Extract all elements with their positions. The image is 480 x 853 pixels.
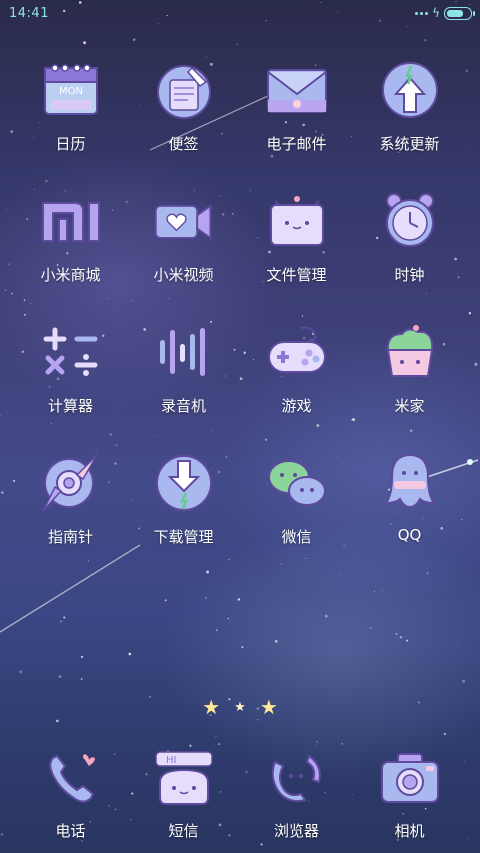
- signal-dots-icon: [415, 11, 429, 15]
- mi-store-icon: [39, 189, 103, 253]
- app-label: 游戏: [281, 397, 312, 415]
- app-label: 小米视频: [153, 266, 214, 284]
- mijia-icon: [378, 320, 442, 384]
- app-camera[interactable]: 相机: [353, 746, 466, 846]
- app-wechat[interactable]: 微信: [240, 451, 353, 562]
- app-browser[interactable]: 浏览器: [240, 746, 353, 846]
- app-label: 下载管理: [153, 528, 214, 546]
- app-label: 浏览器: [273, 822, 319, 840]
- app-label: 短信: [168, 822, 199, 840]
- app-label: 指南针: [47, 528, 93, 546]
- app-label: 时钟: [394, 266, 425, 284]
- app-messages[interactable]: HI 短信: [127, 746, 240, 846]
- app-label: 录音机: [160, 397, 206, 415]
- charging-icon: ϟ: [432, 6, 440, 20]
- game-controller-icon: [265, 320, 329, 384]
- system-update-icon: [378, 58, 442, 122]
- status-bar: 14:41 ϟ: [0, 0, 480, 28]
- email-icon: [265, 58, 329, 122]
- dock: 电话 HI 短信 浏览器 相机: [14, 746, 466, 846]
- status-time: 14:41: [9, 6, 49, 21]
- status-icons: ϟ: [415, 6, 475, 20]
- app-mi-video[interactable]: 小米视频: [127, 189, 240, 300]
- browser-icon: [265, 746, 329, 810]
- calendar-icon: MON: [39, 58, 103, 122]
- recorder-icon: [152, 320, 216, 384]
- app-calendar[interactable]: MON 日历: [14, 58, 127, 169]
- qq-icon: [378, 451, 442, 515]
- app-compass[interactable]: 指南针: [14, 451, 127, 562]
- app-label: 相机: [394, 822, 425, 840]
- app-system-update[interactable]: 系统更新: [353, 58, 466, 169]
- app-qq[interactable]: QQ: [353, 451, 466, 562]
- app-label: 米家: [394, 397, 425, 415]
- mi-video-icon: [152, 189, 216, 253]
- app-label: 小米商城: [40, 266, 101, 284]
- app-label: QQ: [397, 526, 422, 544]
- phone-icon: [39, 746, 103, 810]
- app-label: 文件管理: [266, 266, 327, 284]
- app-mijia[interactable]: 米家: [353, 320, 466, 431]
- app-phone[interactable]: 电话: [14, 746, 127, 846]
- page-dot-star-icon[interactable]: ★: [202, 695, 220, 719]
- compass-icon: [39, 451, 103, 515]
- notes-icon: [152, 58, 216, 122]
- app-email[interactable]: 电子邮件: [240, 58, 353, 169]
- app-label: 电子邮件: [266, 135, 327, 153]
- page-indicator[interactable]: ★ ★ ★: [0, 695, 480, 719]
- app-download-manager[interactable]: 下载管理: [127, 451, 240, 562]
- app-calculator[interactable]: 计算器: [14, 320, 127, 431]
- file-manager-icon: [265, 189, 329, 253]
- messages-icon-text: HI: [166, 755, 176, 766]
- download-manager-icon: [152, 451, 216, 515]
- app-label: 计算器: [47, 397, 93, 415]
- page-dot-star-icon[interactable]: ★: [260, 695, 278, 719]
- app-label: 便签: [168, 135, 199, 153]
- app-label: 系统更新: [379, 135, 440, 153]
- battery-icon: [444, 6, 475, 20]
- calculator-icon: [39, 320, 103, 384]
- app-notes[interactable]: 便签: [127, 58, 240, 169]
- messages-icon: HI: [152, 746, 216, 810]
- app-label: 电话: [55, 822, 86, 840]
- app-clock[interactable]: 时钟: [353, 189, 466, 300]
- app-label: 微信: [281, 528, 312, 546]
- camera-icon: [378, 746, 442, 810]
- app-file-manager[interactable]: 文件管理: [240, 189, 353, 300]
- app-mi-store[interactable]: 小米商城: [14, 189, 127, 300]
- clock-icon: [378, 189, 442, 253]
- page-dot-star-icon[interactable]: ★: [234, 700, 246, 715]
- app-game[interactable]: 游戏: [240, 320, 353, 431]
- app-label: 日历: [55, 135, 86, 153]
- app-grid: MON 日历 便签 电子邮件 系统更新 小米商城 小米视频 文件管理 时钟 计算…: [14, 58, 466, 562]
- wechat-icon: [265, 451, 329, 515]
- app-recorder[interactable]: 录音机: [127, 320, 240, 431]
- calendar-icon-text: MON: [59, 86, 83, 97]
